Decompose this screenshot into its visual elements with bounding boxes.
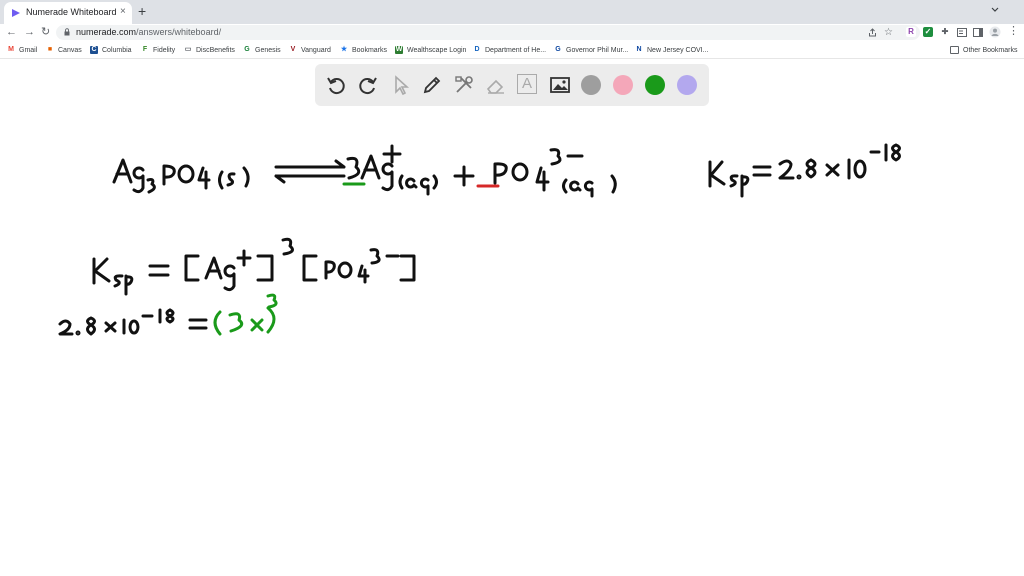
- ksp-expression: [92, 237, 416, 296]
- handwritten-ink: [58, 143, 901, 336]
- ksp-substitution: [58, 308, 208, 336]
- ksp-value: [708, 143, 901, 198]
- green-expression: [213, 293, 278, 336]
- equation-dissolution: [112, 144, 617, 198]
